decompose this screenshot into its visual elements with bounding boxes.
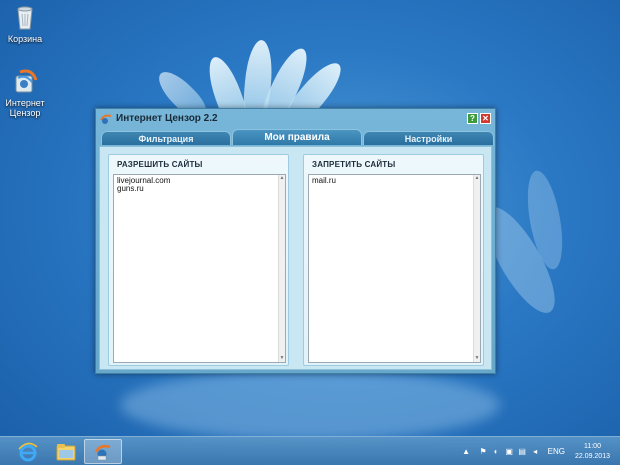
desktop-icon-internet-censor[interactable]: Интернет Цензор [0,66,50,118]
desktop-icon-recycle-bin[interactable]: Корзина [0,2,50,44]
app-window: Интернет Цензор 2.2 ? ✕ Фильтрация Настр… [95,108,496,374]
allow-sites-panel: РАЗРЕШИТЬ САЙТЫ livejournal.com guns.ru … [108,154,289,366]
window-title: Интернет Цензор 2.2 [116,113,218,124]
show-hidden-icons-icon[interactable]: ▲ [462,447,471,456]
desktop-icon-label: Корзина [7,34,43,44]
desktop-icon-label: Интернет Цензор [5,98,45,118]
tab-bar: Фильтрация Настройки Мои правила [99,129,494,145]
input-language[interactable]: ENG [548,447,565,456]
wallpaper-glow [120,370,500,440]
taskbar-internet-censor[interactable] [84,439,122,464]
scrollbar[interactable]: ▲ ▼ [473,175,480,362]
taskbar-file-explorer[interactable] [46,439,86,464]
tab-my-rules[interactable]: Мои правила [232,129,362,145]
tab-content: РАЗРЕШИТЬ САЙТЫ livejournal.com guns.ru … [99,146,492,370]
clock[interactable]: 11:00 22.09.2013 [575,442,610,462]
clock-date: 22.09.2013 [574,452,610,460]
internet-censor-icon [15,69,38,93]
recycle-bin-icon [17,6,33,30]
title-bar[interactable]: Интернет Цензор 2.2 ? ✕ [96,109,495,128]
allow-sites-items: livejournal.com guns.ru [117,177,170,193]
scroll-down-icon[interactable]: ▼ [474,355,480,362]
scroll-down-icon[interactable]: ▼ [279,355,285,362]
list-item[interactable]: mail.ru [312,177,336,185]
scrollbar[interactable]: ▲ ▼ [278,175,285,362]
taskbar-internet-explorer[interactable] [8,439,48,464]
app-logo-icon [100,114,112,124]
help-button[interactable]: ? [467,113,478,124]
system-tray: ▲ ⚑ ◐ ▣ ▤ ◂ ENG 11:00 22.09.2013 [460,437,620,465]
taskbar: ▲ ⚑ ◐ ▣ ▤ ◂ ENG 11:00 22.09.2013 [0,436,620,465]
action-center-flag-icon[interactable]: ⚑ [479,447,488,456]
internet-censor-icon [94,444,111,460]
network-icon[interactable]: ▤ [518,447,527,456]
deny-sites-items: mail.ru [312,177,336,185]
folder-icon [56,443,76,460]
scroll-up-icon[interactable]: ▲ [279,175,285,182]
tab-filtering[interactable]: Фильтрация [101,131,231,145]
clock-time: 11:00 [583,442,601,450]
scroll-up-icon[interactable]: ▲ [474,175,480,182]
close-button[interactable]: ✕ [480,113,491,124]
allow-sites-list[interactable]: livejournal.com guns.ru ▲ ▼ [113,174,286,363]
volume-icon[interactable]: ◂ [531,447,540,456]
internet-explorer-icon [18,442,38,461]
close-icon: ✕ [482,113,489,123]
deny-sites-title: ЗАПРЕТИТЬ САЙТЫ [312,160,396,169]
tab-settings[interactable]: Настройки [363,131,494,145]
internet-censor-tray-icon[interactable]: ◐ [492,447,501,456]
app-tray-icon[interactable]: ▣ [505,447,514,456]
deny-sites-panel: ЗАПРЕТИТЬ САЙТЫ mail.ru ▲ ▼ [303,154,484,366]
allow-sites-title: РАЗРЕШИТЬ САЙТЫ [117,160,203,169]
deny-sites-list[interactable]: mail.ru ▲ ▼ [308,174,481,363]
list-item[interactable]: guns.ru [117,185,170,193]
help-icon: ? [470,113,475,123]
